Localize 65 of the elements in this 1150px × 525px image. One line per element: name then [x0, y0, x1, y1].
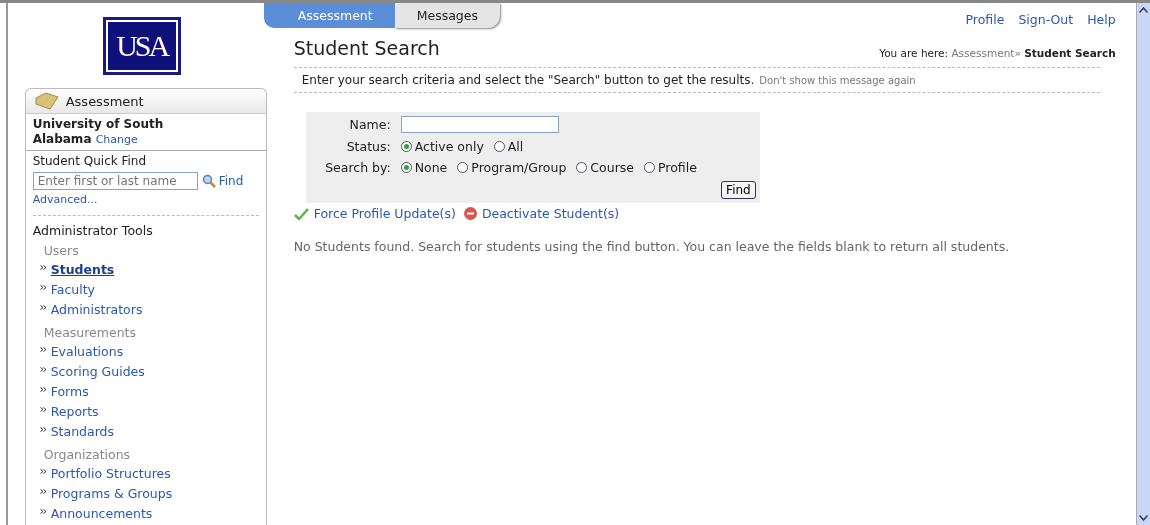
search-icon [201, 174, 216, 188]
breadcrumb-current: Student Search [1024, 47, 1116, 59]
sidebar-link[interactable]: Portfolio Structures [50, 464, 171, 484]
dismiss-link[interactable]: Don't show this message again [759, 75, 916, 86]
group-title: Users [43, 243, 80, 258]
double-chevron-icon [39, 469, 47, 474]
sidebar-link[interactable]: Scoring Guides [50, 362, 145, 382]
double-chevron-icon [39, 387, 47, 392]
breadcrumb-link[interactable]: Assessment» [951, 47, 1021, 59]
breadcrumb-label: You are here: [879, 47, 949, 59]
sidebar-link[interactable]: Forms [50, 382, 89, 402]
sidebar-link[interactable]: Administrators [50, 300, 143, 320]
header-link[interactable]: Sign-Out [1018, 12, 1074, 27]
page-title: Student Search [293, 37, 440, 59]
sidebar-link[interactable]: Standards [50, 422, 115, 442]
double-chevron-icon [39, 265, 47, 270]
advanced-link[interactable]: Advanced... [32, 193, 98, 206]
field-label: Status: [345, 139, 391, 154]
checkmark-icon [293, 207, 309, 220]
double-chevron-icon [39, 305, 47, 310]
double-chevron-icon [39, 407, 47, 412]
action-link[interactable]: Deactivate Student(s) [463, 206, 620, 221]
sidebar-link[interactable]: Announcements [50, 504, 153, 524]
radio-option[interactable]: None [400, 160, 448, 175]
folder-icon [33, 92, 60, 110]
sidebar-link[interactable]: Faculty [50, 280, 95, 300]
double-chevron-icon [39, 367, 47, 372]
double-chevron-icon [39, 509, 47, 514]
section-title: Administrator Tools [32, 215, 259, 238]
institution-name: University of South Alabama Change [25, 114, 266, 151]
find-link[interactable]: Find [201, 174, 244, 188]
group-title: Organizations [43, 447, 132, 462]
change-link[interactable]: Change [95, 133, 138, 146]
scroll-down-icon[interactable] [1138, 515, 1148, 521]
sidebar-link[interactable]: Reports [50, 402, 99, 422]
sidebar-link[interactable]: Students [50, 260, 115, 280]
university-logo: USA [102, 17, 181, 75]
minus-circle-icon [463, 207, 477, 220]
info-text: Enter your search criteria and select the "Search" button to get the results. [301, 73, 755, 87]
result-message: No Students found. Search for students using the find button. You can leave the fields blank to return all students. [293, 239, 1011, 254]
double-chevron-icon [39, 427, 47, 432]
field-label: Search by: [324, 160, 391, 175]
radio-option[interactable]: Active only [400, 139, 484, 154]
field-label: Name: [348, 117, 391, 132]
name-search-field[interactable]: Enter first or last name [32, 172, 198, 190]
name-field[interactable] [400, 116, 559, 133]
double-chevron-icon [39, 489, 47, 494]
scrollbar[interactable] [1135, 3, 1150, 525]
scroll-up-icon[interactable] [1138, 7, 1148, 13]
group-title: Measurements [43, 325, 137, 340]
radio-option[interactable]: Program/Group [457, 160, 567, 175]
sidebar-link[interactable]: Programs & Groups [50, 484, 173, 504]
radio-option[interactable]: All [493, 139, 524, 154]
panel-title: Assessment [65, 93, 144, 109]
find-button[interactable]: Find [721, 181, 756, 199]
radio-option[interactable]: Course [576, 160, 634, 175]
action-link[interactable]: Force Profile Update(s) [293, 206, 456, 221]
header-link[interactable]: Profile [965, 12, 1005, 27]
double-chevron-icon [39, 347, 47, 352]
radio-option[interactable]: Profile [644, 160, 697, 175]
sidebar-link[interactable]: Evaluations [50, 342, 124, 362]
double-chevron-icon [39, 285, 47, 290]
header-link[interactable]: Help [1087, 12, 1116, 27]
nav-tab[interactable]: Messages [394, 3, 500, 28]
section-title: Student Quick Find [32, 154, 148, 168]
